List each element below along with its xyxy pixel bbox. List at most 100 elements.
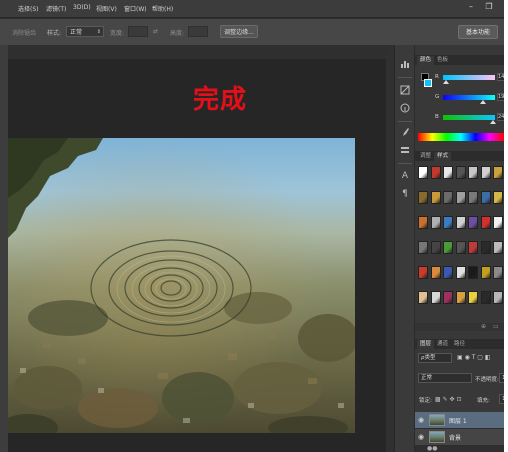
- red-channel-label: R: [435, 74, 439, 80]
- style-preset[interactable]: [468, 191, 478, 204]
- background-color-swatch[interactable]: [424, 79, 432, 87]
- style-preset[interactable]: [468, 291, 478, 304]
- green-slider[interactable]: [443, 95, 495, 100]
- style-preset[interactable]: [468, 266, 478, 279]
- style-preset[interactable]: [418, 191, 428, 204]
- style-preset[interactable]: [480, 266, 491, 279]
- swap-icon[interactable]: ⇄: [153, 28, 158, 35]
- style-preset[interactable]: [430, 216, 441, 229]
- style-preset[interactable]: [493, 166, 503, 179]
- style-preset[interactable]: [443, 166, 453, 179]
- blue-slider-handle[interactable]: [490, 120, 497, 124]
- style-preset[interactable]: [418, 216, 428, 229]
- layer-kind-filter[interactable]: ρ类型: [418, 353, 452, 363]
- style-preset[interactable]: [493, 241, 503, 254]
- style-preset[interactable]: [493, 266, 503, 279]
- panel-dock: A ¶: [394, 45, 415, 452]
- layer-row-background[interactable]: ◉ 背景: [415, 429, 504, 446]
- style-preset[interactable]: [430, 266, 441, 279]
- menu-help[interactable]: 帮助(H): [152, 4, 173, 13]
- minimize-icon[interactable]: –: [464, 1, 478, 13]
- tab-swatches[interactable]: 色板: [434, 56, 451, 65]
- style-preset[interactable]: [493, 291, 503, 304]
- style-preset[interactable]: [455, 216, 466, 229]
- style-preset[interactable]: [480, 241, 491, 254]
- style-preset[interactable]: [443, 216, 453, 229]
- style-preset[interactable]: [480, 166, 491, 179]
- style-preset[interactable]: [418, 266, 428, 279]
- red-value[interactable]: 14: [497, 73, 504, 81]
- filter-icons[interactable]: ▣ ◉ T ▢ ◧: [457, 354, 491, 361]
- style-preset[interactable]: [418, 241, 428, 254]
- eye-icon[interactable]: ◉: [418, 433, 424, 441]
- menu-3d[interactable]: 3D(D): [73, 4, 91, 11]
- menu-view[interactable]: 视图(V): [96, 4, 117, 13]
- style-preset[interactable]: [455, 241, 466, 254]
- style-preset[interactable]: [443, 266, 453, 279]
- histogram-icon[interactable]: [399, 59, 411, 73]
- style-select[interactable]: 正常 ⇕: [66, 26, 104, 37]
- blue-value[interactable]: 247: [497, 113, 504, 121]
- tab-color[interactable]: 颜色: [417, 56, 435, 65]
- blend-mode-select[interactable]: 正常: [418, 373, 472, 383]
- style-preset[interactable]: [455, 266, 466, 279]
- lock-icons[interactable]: ▩ ✎ ✥ ⊡: [435, 396, 461, 403]
- info-icon[interactable]: [399, 103, 411, 117]
- brush-icon[interactable]: [399, 127, 411, 141]
- blend-mode-value: 正常: [421, 375, 433, 381]
- paragraph-icon[interactable]: ¶: [399, 187, 411, 201]
- tab-adjustments[interactable]: 调整: [417, 152, 434, 161]
- style-preset[interactable]: [455, 291, 466, 304]
- layer-kind-label: ρ类型: [421, 355, 436, 361]
- blue-slider[interactable]: [443, 115, 495, 120]
- link-layers-icon[interactable]: ●●: [427, 445, 437, 452]
- restore-icon[interactable]: ❐: [482, 1, 496, 13]
- layer-row-layer-1[interactable]: ◉ 图层 1: [415, 412, 504, 429]
- style-preset[interactable]: [468, 166, 478, 179]
- style-preset[interactable]: [468, 216, 478, 229]
- style-preset[interactable]: [430, 166, 441, 179]
- new-style-icon[interactable]: ⊕: [481, 323, 486, 330]
- tab-layers[interactable]: 图层: [417, 340, 435, 349]
- style-preset[interactable]: [493, 216, 503, 229]
- style-preset[interactable]: [430, 291, 441, 304]
- chevron-down-icon: ⇕: [96, 29, 101, 35]
- color-spectrum-bar[interactable]: [418, 133, 504, 141]
- style-preset[interactable]: [480, 191, 491, 204]
- menu-select[interactable]: 选择(S): [18, 4, 39, 13]
- width-input[interactable]: [128, 26, 148, 37]
- style-preset[interactable]: [430, 191, 441, 204]
- style-preset[interactable]: [418, 291, 428, 304]
- document-tab[interactable]: [8, 45, 386, 59]
- style-preset[interactable]: [480, 291, 491, 304]
- refine-edge-button[interactable]: 调整边缘...: [220, 25, 258, 38]
- trash-icon[interactable]: ▭: [493, 323, 499, 330]
- style-preset[interactable]: [455, 166, 466, 179]
- red-slider[interactable]: [443, 75, 495, 80]
- clone-source-icon[interactable]: [399, 145, 411, 159]
- workspace-button[interactable]: 基本功能: [458, 25, 498, 39]
- adjust-icon[interactable]: [399, 85, 411, 99]
- menu-window[interactable]: 窗口(W): [124, 4, 147, 13]
- style-preset[interactable]: [443, 291, 453, 304]
- style-preset[interactable]: [493, 191, 503, 204]
- green-slider-handle[interactable]: [479, 100, 486, 104]
- character-icon[interactable]: A: [399, 169, 411, 183]
- blue-channel-label: B: [435, 114, 439, 120]
- tab-paths[interactable]: 路径: [451, 340, 468, 349]
- tab-channels[interactable]: 通道: [434, 340, 451, 349]
- canvas-image[interactable]: [8, 138, 355, 433]
- style-preset[interactable]: [430, 241, 441, 254]
- tab-styles[interactable]: 样式: [434, 152, 452, 161]
- style-preset[interactable]: [443, 191, 453, 204]
- style-preset[interactable]: [455, 191, 466, 204]
- height-input[interactable]: [188, 26, 208, 37]
- style-preset[interactable]: [480, 216, 491, 229]
- red-slider-handle[interactable]: [442, 80, 449, 84]
- green-value[interactable]: 195: [497, 93, 504, 101]
- style-preset[interactable]: [468, 241, 478, 254]
- style-preset[interactable]: [418, 166, 428, 179]
- style-preset[interactable]: [443, 241, 453, 254]
- eye-icon[interactable]: ◉: [418, 416, 424, 424]
- menu-filter[interactable]: 滤镜(T): [46, 4, 66, 13]
